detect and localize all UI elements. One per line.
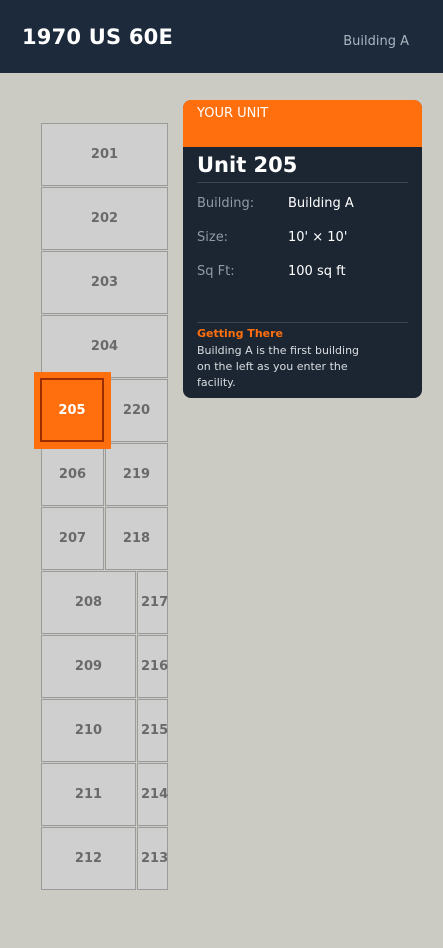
unit-number: 202	[90, 211, 119, 226]
unit-title: Unit 205	[197, 153, 298, 177]
sqft-field-label: Sq Ft:	[197, 264, 235, 279]
unit-201[interactable]: 201	[41, 123, 168, 186]
unit-number: 219	[122, 467, 151, 482]
unit-202[interactable]: 202	[41, 187, 168, 250]
size-field-value: 10' × 10'	[288, 230, 348, 245]
unit-number: 201	[90, 147, 119, 162]
selected-unit-highlight: 205	[40, 378, 104, 442]
getting-there-title: Getting There	[197, 327, 283, 340]
divider	[197, 182, 408, 183]
unit-number: 220	[122, 403, 151, 418]
unit-number: 207	[58, 531, 87, 546]
unit-number: 217	[141, 595, 169, 610]
unit-number: 205	[58, 402, 86, 418]
unit-215[interactable]: 215	[137, 699, 168, 762]
unit-number: 215	[141, 723, 169, 738]
unit-204[interactable]: 204	[41, 315, 168, 378]
unit-209[interactable]: 209	[41, 635, 136, 698]
unit-number: 212	[74, 851, 103, 866]
getting-there-body: Building A is the first building on the …	[197, 344, 360, 389]
unit-220[interactable]: 220	[105, 379, 168, 442]
unit-211[interactable]: 211	[41, 763, 136, 826]
unit-206[interactable]: 206	[41, 443, 104, 506]
app-header: 1970 US 60E Building A	[0, 0, 443, 73]
unit-number: 213	[141, 851, 169, 866]
unit-216[interactable]: 216	[137, 635, 168, 698]
unit-219[interactable]: 219	[105, 443, 168, 506]
facility-address: 1970 US 60E	[22, 25, 174, 49]
unit-number: 210	[74, 723, 103, 738]
unit-212[interactable]: 212	[41, 827, 136, 890]
unit-213[interactable]: 213	[137, 827, 168, 890]
unit-number: 209	[74, 659, 103, 674]
unit-number: 206	[58, 467, 87, 482]
unit-number: 214	[141, 787, 169, 802]
unit-number: 203	[90, 275, 119, 290]
unit-number: 204	[90, 339, 119, 354]
unit-number: 208	[74, 595, 103, 610]
size-field-label: Size:	[197, 230, 229, 245]
sqft-field-value: 100 sq ft	[288, 264, 346, 279]
unit-210[interactable]: 210	[41, 699, 136, 762]
unit-203[interactable]: 203	[41, 251, 168, 314]
building-field-value: Building A	[288, 196, 354, 211]
unit-207[interactable]: 207	[41, 507, 104, 570]
unit-number: 211	[74, 787, 103, 802]
unit-214[interactable]: 214	[137, 763, 168, 826]
your-unit-label: YOUR UNIT	[197, 106, 269, 121]
your-unit-card: YOUR UNIT Unit 205 Building: Building A …	[183, 100, 422, 398]
unit-number: 218	[122, 531, 151, 546]
building-label: Building A	[343, 34, 409, 49]
unit-218[interactable]: 218	[105, 507, 168, 570]
unit-205-selected[interactable]: 205	[34, 372, 111, 449]
unit-217[interactable]: 217	[137, 571, 168, 634]
unit-number: 216	[141, 659, 169, 674]
building-field-label: Building:	[197, 196, 255, 211]
divider	[197, 322, 408, 323]
unit-208[interactable]: 208	[41, 571, 136, 634]
your-unit-band: YOUR UNIT	[183, 100, 422, 147]
